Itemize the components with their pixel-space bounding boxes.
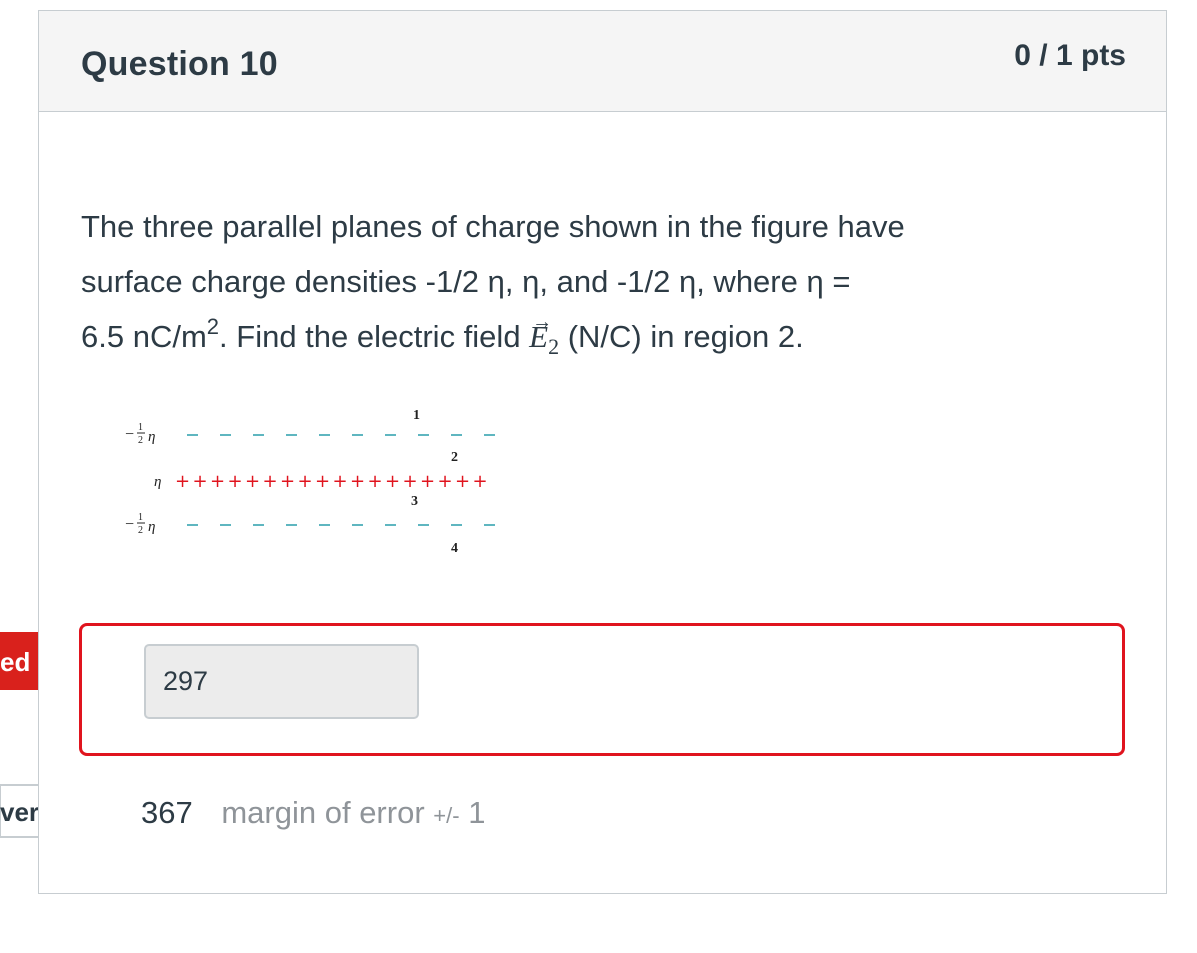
positive-charge-mark: +	[385, 471, 400, 492]
positive-charge-mark: +	[210, 471, 225, 492]
electric-field-symbol: → E2	[529, 311, 560, 360]
plane-top-numerator: 1	[138, 422, 143, 433]
positive-charge-mark: +	[350, 471, 365, 492]
positive-charge-mark: +	[193, 471, 208, 492]
answer-input[interactable]: 297	[144, 644, 419, 719]
correct-answer: 367 margin of error +/- 1	[141, 795, 485, 831]
positive-plane-middle: + + + + + + + + + + + + + + + + + +	[175, 471, 488, 492]
charge-planes-figure: − 1 2 η η − 1 2 η 1 2 3 4 + + + + + + + + + +	[125, 408, 495, 556]
margin-of-error-label: margin of error	[221, 795, 425, 830]
positive-charge-mark: +	[455, 471, 470, 492]
answer-container-incorrect: 297	[79, 623, 1125, 756]
positive-charge-mark: +	[175, 471, 190, 492]
region-2-label: 2	[451, 450, 458, 465]
question-text-line: 6.5 nC/m2. Find the electric field → E2 (…	[81, 309, 1081, 374]
plane-bot-eta: η	[148, 519, 155, 535]
question-title: Question 10	[81, 45, 278, 83]
question-card: Question 10 0 / 1 pts The three parallel…	[38, 10, 1167, 894]
plus-minus-label: +/-	[433, 803, 460, 828]
region-3-label: 3	[411, 494, 418, 509]
question-text-line: The three parallel planes of charge show…	[81, 209, 905, 244]
plane-top-denominator: 2	[138, 435, 143, 446]
region-1-label: 1	[413, 408, 420, 423]
positive-charge-mark: +	[228, 471, 243, 492]
question-points: 0 / 1 pts	[1014, 39, 1126, 72]
plane-bot-denominator: 2	[138, 525, 143, 536]
question-text-line: surface charge densities -1/2 η, η, and …	[81, 264, 851, 299]
correct-answer-value: 367	[141, 795, 193, 830]
plane-bot-numerator: 1	[138, 512, 143, 523]
question-header: Question 10 0 / 1 pts	[39, 11, 1166, 112]
question-text: The three parallel planes of charge show…	[81, 199, 1081, 374]
tolerance-value: 1	[468, 795, 486, 830]
quiz-page: ed ver Question 10 0 / 1 pts The three p…	[0, 0, 1197, 953]
positive-charge-mark: +	[333, 471, 348, 492]
plane-bot-sign: −	[125, 516, 134, 533]
positive-charge-mark: +	[315, 471, 330, 492]
positive-charge-mark: +	[368, 471, 383, 492]
positive-charge-mark: +	[473, 471, 488, 492]
positive-charge-mark: +	[280, 471, 295, 492]
plane-mid-eta: η	[154, 474, 161, 490]
plane-top-eta: η	[148, 429, 155, 445]
positive-charge-mark: +	[245, 471, 260, 492]
positive-charge-mark: +	[403, 471, 418, 492]
positive-charge-mark: +	[298, 471, 313, 492]
positive-charge-mark: +	[420, 471, 435, 492]
incorrect-flag-label: ed	[0, 647, 31, 677]
positive-charge-mark: +	[263, 471, 278, 492]
positive-charge-mark: +	[438, 471, 453, 492]
plane-top-sign: −	[125, 426, 134, 443]
correct-answer-flag-label: ver	[0, 797, 40, 827]
region-4-label: 4	[451, 541, 458, 556]
